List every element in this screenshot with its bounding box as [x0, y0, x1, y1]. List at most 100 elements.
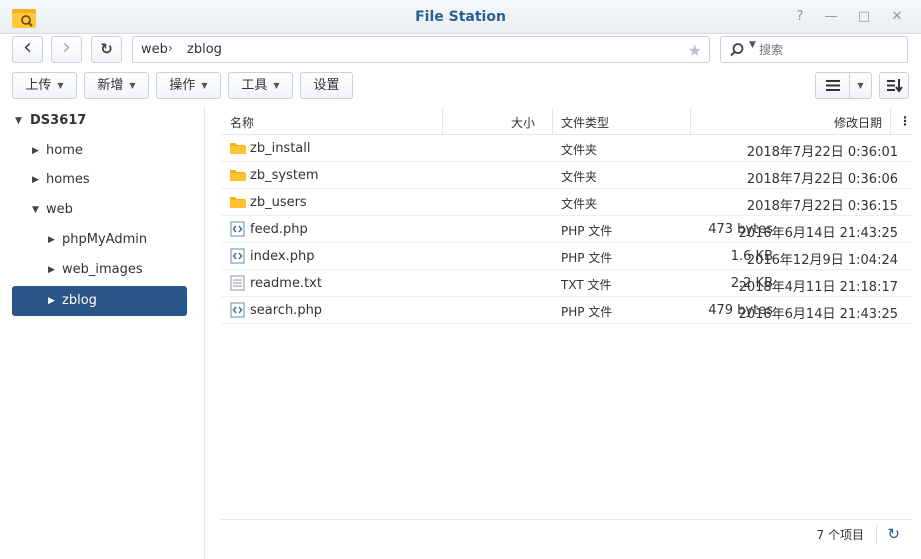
file-name: index.php	[250, 249, 315, 264]
tree-root-ds3617[interactable]: ▼ DS3617	[15, 106, 195, 136]
file-name: readme.txt	[250, 276, 322, 291]
upload-label: 上传	[25, 78, 52, 93]
table-row[interactable]: feed.php 473 bytes PHP 文件 2016年6月14日 21:43:…	[221, 216, 912, 243]
caret-right-icon[interactable]: ▶	[32, 136, 39, 166]
table-row[interactable]: search.php 479 bytes PHP 文件 2016年6月14日 21:4…	[221, 297, 912, 324]
search-icon	[730, 43, 744, 57]
file-type: PHP 文件	[561, 251, 613, 265]
file-modified: 2016年12月9日 1:04:24	[746, 253, 898, 268]
refresh-icon[interactable]: ↻	[887, 525, 900, 543]
tree-item-phpmyadmin[interactable]: ▶ phpMyAdmin	[48, 225, 188, 255]
tools-button[interactable]: 工具 ▼	[228, 72, 293, 99]
item-count: 7 个项目	[816, 528, 864, 542]
caret-down-icon[interactable]: ▼	[749, 40, 756, 50]
tools-label: 工具	[241, 78, 268, 93]
table-row[interactable]: readme.txt 2.2 KB TXT 文件 2018年4月11日 21:18:1…	[221, 270, 912, 297]
file-modified: 2016年6月14日 21:43:25	[738, 307, 898, 322]
file-modified: 2018年7月22日 0:36:01	[746, 145, 898, 160]
tree-item-zblog[interactable]: ▶ zblog	[48, 286, 186, 316]
tree-item-label: homes	[46, 172, 90, 187]
tree-item-home[interactable]: ▶ home	[32, 136, 192, 166]
file-modified: 2018年7月22日 0:36:06	[746, 172, 898, 187]
column-size-header[interactable]: 大小	[511, 114, 535, 131]
chevron-left-icon: ‹	[23, 35, 32, 60]
close-icon[interactable]: ✕	[888, 8, 906, 26]
file-type: TXT 文件	[561, 278, 612, 292]
caret-down-icon[interactable]: ▼	[32, 195, 39, 225]
search-box[interactable]: ▼	[720, 36, 908, 63]
file-modified: 2018年4月11日 21:18:17	[738, 280, 898, 295]
column-name-header[interactable]: 名称	[230, 114, 254, 131]
caret-down-icon: ▼	[857, 81, 864, 90]
minimize-icon[interactable]: —	[822, 8, 840, 26]
refresh-icon: ↻	[100, 40, 113, 58]
code-file-icon	[230, 221, 245, 237]
caret-down-icon: ▼	[129, 81, 136, 90]
list-view-icon	[826, 80, 840, 91]
forward-button[interactable]: ›	[51, 36, 82, 63]
list-view-button[interactable]	[815, 72, 850, 99]
text-file-icon	[230, 275, 245, 291]
file-name: feed.php	[250, 222, 308, 237]
path-bar[interactable]: web › zblog ★	[132, 36, 710, 63]
chevron-right-icon: ›	[62, 35, 71, 60]
file-modified: 2016年6月14日 21:43:25	[738, 226, 898, 241]
tree-item-label: home	[46, 143, 83, 158]
tree-item-label: web	[46, 202, 73, 217]
tree-item-homes[interactable]: ▶ homes	[32, 165, 192, 195]
refresh-button[interactable]: ↻	[91, 36, 122, 63]
caret-right-icon[interactable]: ▶	[48, 255, 55, 285]
breadcrumb-web[interactable]: web	[141, 42, 168, 57]
help-icon[interactable]: ?	[791, 8, 809, 26]
upload-button[interactable]: 上传 ▼	[12, 72, 77, 99]
view-dropdown-button[interactable]: ▼	[849, 72, 872, 99]
tree-item-web[interactable]: ▼ web	[32, 195, 192, 225]
column-modified-header[interactable]: 修改日期	[834, 114, 882, 131]
column-header: 名称 大小 文件类型 修改日期 ⋮	[221, 108, 912, 135]
caret-right-icon[interactable]: ▶	[48, 286, 55, 316]
tree-root-label: DS3617	[30, 113, 87, 128]
folder-icon	[230, 143, 246, 154]
status-bar: 7 个项目 ↻	[221, 519, 912, 547]
folder-icon	[230, 170, 246, 181]
maximize-icon[interactable]: □	[855, 8, 873, 26]
table-row[interactable]: index.php 1.6 KB PHP 文件 2016年12月9日 1:04:24	[221, 243, 912, 270]
file-type: 文件夹	[561, 170, 598, 184]
window-title: File Station	[415, 9, 506, 25]
caret-right-icon[interactable]: ▶	[32, 165, 39, 195]
column-menu-icon[interactable]: ⋮	[899, 114, 911, 128]
create-label: 新增	[97, 78, 124, 93]
code-file-icon	[230, 248, 245, 264]
caret-down-icon: ▼	[57, 81, 64, 90]
tree-item-web-images[interactable]: ▶ web_images	[48, 255, 188, 285]
settings-button[interactable]: 设置	[300, 72, 353, 99]
action-button[interactable]: 操作 ▼	[156, 72, 221, 99]
file-name: zb_system	[250, 168, 319, 183]
table-row[interactable]: zb_install 文件夹 2018年7月22日 0:36:01	[221, 135, 912, 162]
file-type: PHP 文件	[561, 305, 613, 319]
star-icon[interactable]: ★	[688, 41, 702, 60]
tree-item-label: zblog	[62, 293, 97, 308]
tree-item-label: web_images	[62, 262, 143, 277]
caret-down-icon: ▼	[273, 81, 280, 90]
breadcrumb-zblog[interactable]: zblog	[187, 42, 222, 57]
search-input[interactable]	[759, 41, 899, 59]
sort-button[interactable]	[879, 72, 909, 99]
create-button[interactable]: 新增 ▼	[84, 72, 149, 99]
caret-down-icon: ▼	[201, 81, 208, 90]
file-type: 文件夹	[561, 197, 598, 211]
table-row[interactable]: zb_users 文件夹 2018年7月22日 0:36:15	[221, 189, 912, 216]
file-list: 名称 大小 文件类型 修改日期 ⋮ zb_install 文件夹 2018年7月22…	[221, 108, 912, 545]
sort-icon	[887, 79, 903, 93]
file-type: PHP 文件	[561, 224, 613, 238]
caret-down-icon[interactable]: ▼	[15, 106, 22, 136]
folder-icon	[230, 197, 246, 208]
table-row[interactable]: zb_system 文件夹 2018年7月22日 0:36:06	[221, 162, 912, 189]
column-type-header[interactable]: 文件类型	[561, 114, 609, 131]
caret-right-icon[interactable]: ▶	[48, 225, 55, 255]
back-button[interactable]: ‹	[12, 36, 43, 63]
action-label: 操作	[169, 78, 196, 93]
file-modified: 2018年7月22日 0:36:15	[746, 199, 898, 214]
breadcrumb-separator-icon: ›	[168, 41, 173, 55]
file-type: 文件夹	[561, 143, 598, 157]
